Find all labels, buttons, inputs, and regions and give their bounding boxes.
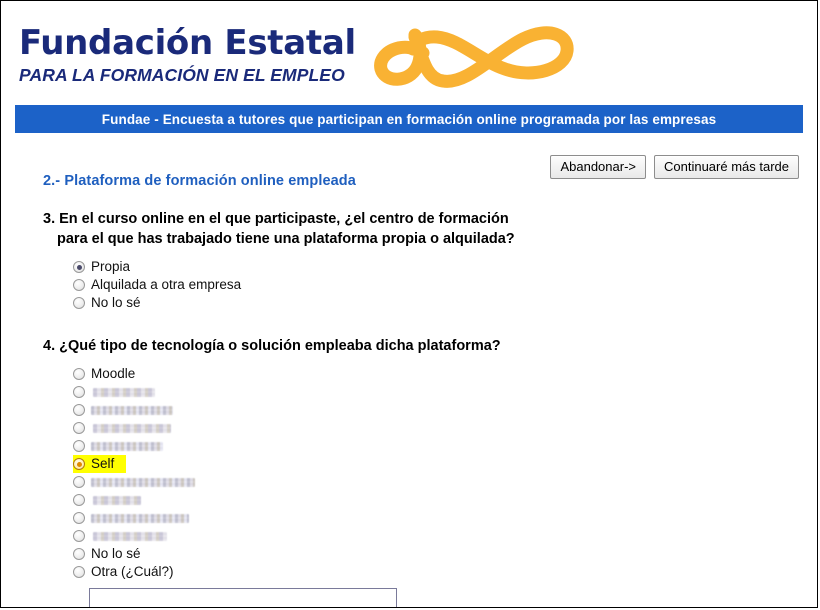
brand-title: Fundación Estatal xyxy=(19,23,356,63)
radio-button-icon[interactable] xyxy=(73,566,85,578)
radio-button-icon[interactable] xyxy=(73,368,85,380)
radio-option-label: Moodle xyxy=(91,366,136,381)
radio-option-label: Self xyxy=(91,456,115,471)
radio-button-icon[interactable] xyxy=(73,440,85,452)
radio-button-icon[interactable] xyxy=(73,386,85,398)
question-4-number: 4. xyxy=(43,338,56,354)
radio-option[interactable]: No lo sé xyxy=(73,294,141,312)
section-title: 2.- Plataforma de formación online emple… xyxy=(43,173,356,189)
redacted-option-label xyxy=(93,495,141,505)
radio-option-label: Alquilada a otra empresa xyxy=(91,277,242,292)
radio-button-icon[interactable] xyxy=(73,404,85,416)
redacted-option-label xyxy=(93,423,171,433)
question-3-text: 3. En el curso online en el que particip… xyxy=(43,209,643,249)
radio-button-icon[interactable] xyxy=(73,512,85,524)
radio-option[interactable] xyxy=(73,419,171,437)
radio-option[interactable]: Propia xyxy=(73,258,130,276)
redacted-option-label xyxy=(91,441,163,451)
radio-option[interactable] xyxy=(73,491,141,509)
other-answer-wrap xyxy=(89,588,817,607)
radio-option-label: Propia xyxy=(91,259,131,274)
radio-option-label: No lo sé xyxy=(91,546,141,561)
radio-button-icon[interactable] xyxy=(73,261,85,273)
question-4-options: Moodle Self No lo sé Otra (¿Cuál?) xyxy=(73,365,817,581)
radio-option[interactable]: No lo sé xyxy=(73,545,141,563)
fundae-swirl-logo-icon xyxy=(363,9,583,95)
radio-button-icon[interactable] xyxy=(73,476,85,488)
radio-option[interactable] xyxy=(73,383,155,401)
radio-option[interactable]: Otra (¿Cuál?) xyxy=(73,563,174,581)
survey-page: Fundación Estatal PARA LA FORMACIÓN EN E… xyxy=(0,0,818,608)
radio-button-icon[interactable] xyxy=(73,494,85,506)
question-3-line1: En el curso online en el que participast… xyxy=(59,211,509,227)
radio-option[interactable] xyxy=(73,527,167,545)
radio-button-icon[interactable] xyxy=(73,530,85,542)
radio-option[interactable]: Self xyxy=(73,455,127,473)
radio-button-icon[interactable] xyxy=(73,422,85,434)
redacted-option-label xyxy=(91,405,173,415)
radio-option-label: Otra (¿Cuál?) xyxy=(91,564,174,579)
question-4-text: 4. ¿Qué tipo de tecnología o solución em… xyxy=(43,336,643,356)
radio-option-label: No lo sé xyxy=(91,295,141,310)
radio-button-icon[interactable] xyxy=(73,297,85,309)
radio-option[interactable]: Alquilada a otra empresa xyxy=(73,276,241,294)
radio-option[interactable] xyxy=(73,509,189,527)
question-3-line2: para el que has trabajado tiene una plat… xyxy=(57,231,515,247)
redacted-option-label xyxy=(93,387,155,397)
radio-option[interactable] xyxy=(73,437,163,455)
redacted-option-label xyxy=(91,477,195,487)
question-3-number: 3. xyxy=(43,211,56,227)
radio-button-icon[interactable] xyxy=(73,458,85,470)
survey-content: 2.- Plataforma de formación online emple… xyxy=(1,141,817,607)
brand-block: Fundación Estatal PARA LA FORMACIÓN EN E… xyxy=(19,23,379,86)
survey-banner: Fundae - Encuesta a tutores que particip… xyxy=(15,105,803,133)
brand-subtitle: PARA LA FORMACIÓN EN EL EMPLEO xyxy=(19,65,345,85)
redacted-option-label xyxy=(91,513,189,523)
page-header: Fundación Estatal PARA LA FORMACIÓN EN E… xyxy=(1,1,817,133)
radio-option[interactable]: Moodle xyxy=(73,365,135,383)
question-4-line1: ¿Qué tipo de tecnología o solución emple… xyxy=(59,338,501,354)
redacted-option-label xyxy=(93,531,167,541)
other-answer-input[interactable] xyxy=(89,588,397,607)
radio-button-icon[interactable] xyxy=(73,548,85,560)
radio-option[interactable] xyxy=(73,401,173,419)
radio-option[interactable] xyxy=(73,473,195,491)
radio-button-icon[interactable] xyxy=(73,279,85,291)
question-3-options: Propia Alquilada a otra empresa No lo sé xyxy=(73,258,817,312)
